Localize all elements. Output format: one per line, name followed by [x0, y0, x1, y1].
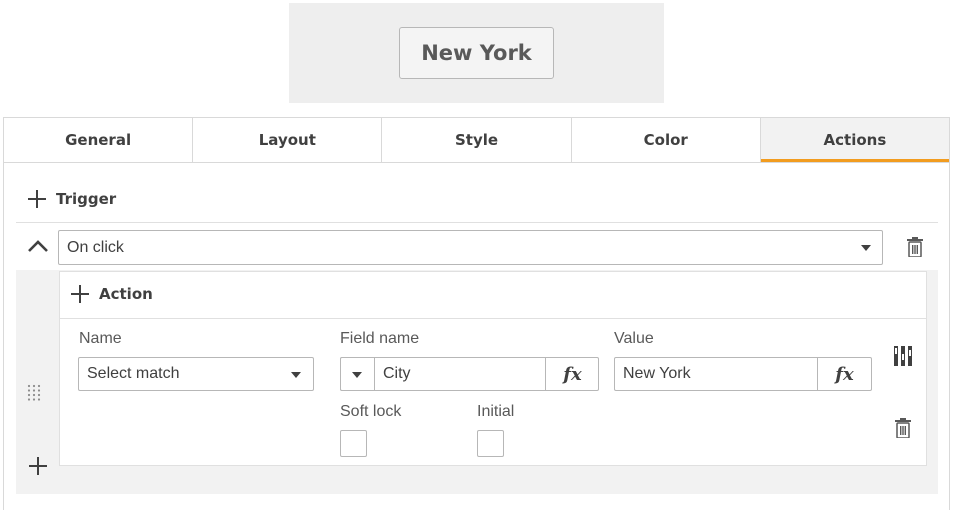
fx-icon: fx: [835, 363, 854, 385]
add-trigger-button[interactable]: Trigger: [28, 190, 116, 208]
tab-style[interactable]: Style: [382, 118, 572, 162]
tab-actions[interactable]: Actions: [760, 118, 950, 162]
field-name-input[interactable]: City: [374, 357, 546, 391]
tab-general[interactable]: General: [4, 118, 194, 162]
soft-lock-label: Soft lock: [340, 403, 402, 420]
trigger-select-value: On click: [67, 238, 124, 256]
field-dropdown-button[interactable]: [340, 357, 375, 391]
add-trigger-label: Trigger: [56, 190, 117, 208]
drag-handle-icon[interactable]: [27, 384, 41, 402]
name-select[interactable]: Select match: [78, 357, 314, 391]
plus-icon: [29, 457, 47, 475]
add-action-label: Action: [99, 285, 153, 303]
trigger-select[interactable]: On click: [58, 230, 883, 265]
trash-icon[interactable]: [907, 237, 923, 257]
action-divider: [59, 318, 927, 319]
preview-area: New York: [289, 3, 664, 103]
columns-icon[interactable]: [894, 346, 912, 366]
plus-icon: [28, 190, 46, 208]
caret-down-icon: [861, 245, 871, 251]
field-name-label: Field name: [340, 330, 420, 347]
name-label: Name: [79, 330, 122, 347]
tab-color[interactable]: Color: [572, 118, 761, 162]
initial-checkbox[interactable]: [477, 430, 504, 457]
value-label: Value: [614, 330, 654, 347]
add-action-button[interactable]: Action: [71, 285, 153, 303]
tab-bar: General Layout Style Color Actions: [4, 117, 950, 163]
value-expression-button[interactable]: fx: [817, 358, 871, 390]
caret-down-icon: [352, 372, 362, 378]
plus-icon: [71, 285, 89, 303]
tab-layout[interactable]: Layout: [193, 118, 383, 162]
preview-button[interactable]: New York: [399, 27, 554, 79]
field-name-value: City: [383, 365, 411, 382]
name-select-value: Select match: [87, 365, 180, 382]
divider: [16, 222, 938, 223]
field-name-expression-button[interactable]: fx: [545, 357, 599, 391]
value-input-value: New York: [623, 365, 691, 382]
soft-lock-checkbox[interactable]: [340, 430, 367, 457]
initial-label: Initial: [477, 403, 515, 420]
fx-icon: fx: [563, 363, 582, 385]
add-action-plus-button[interactable]: [29, 457, 57, 475]
chevron-up-icon[interactable]: [27, 238, 49, 254]
caret-down-icon: [291, 372, 301, 378]
trash-icon[interactable]: [895, 418, 911, 438]
